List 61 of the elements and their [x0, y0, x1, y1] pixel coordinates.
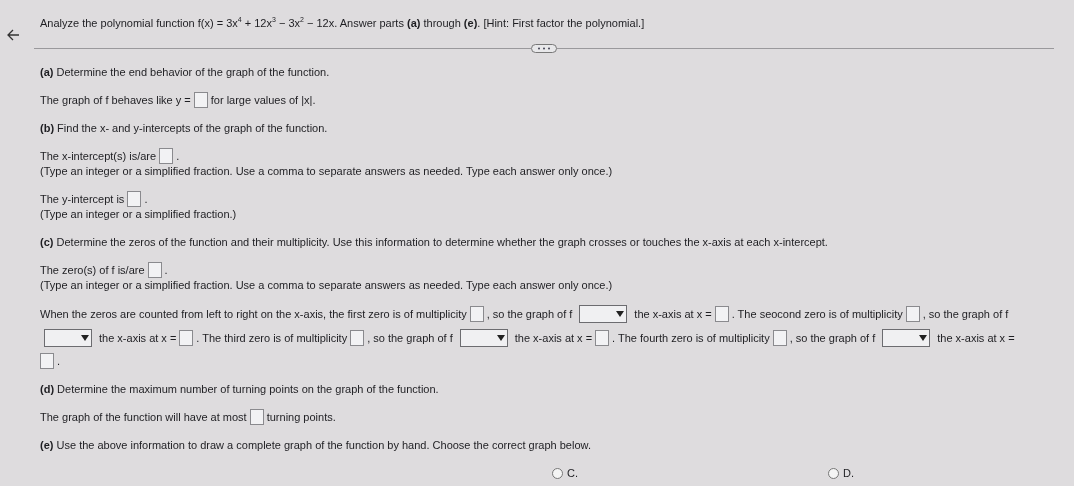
dropdown[interactable] [459, 329, 508, 347]
question-text: When the zeros are counted from left to right on the x-axis, the first zero is of multiplicity [40, 306, 467, 322]
hint-text: (Type an integer or a simplified fraction. Use a comma to separate answers as needed. Type each answer only once.) [40, 278, 613, 293]
dropdown[interactable] [579, 305, 628, 323]
question-heading: (a) Determine the end behavior of the graph of the function. [40, 65, 330, 80]
question-text: . [164, 262, 168, 278]
answer-box[interactable] [249, 409, 264, 425]
option-label: D. [843, 467, 854, 479]
question-text: x = [999, 330, 1015, 346]
answer-box[interactable] [772, 330, 787, 346]
answer-box[interactable] [714, 306, 729, 322]
dropdown-arrow-icon [81, 334, 89, 342]
back-arrow-icon[interactable] [6, 28, 20, 42]
question-text: The y-intercept is [40, 191, 125, 207]
question-text: . [144, 191, 148, 207]
dropdown-arrow-icon [496, 334, 505, 342]
question-heading: (b) Find the x- and y-intercepts of the graph of the function. [40, 121, 328, 136]
answer-box[interactable] [179, 330, 194, 346]
dropdown-arrow-icon [919, 334, 928, 342]
answer-box[interactable] [595, 330, 610, 346]
question-text: the x-axis at x = [99, 330, 177, 346]
answer-box[interactable] [40, 353, 54, 369]
question-heading: (c) Determine the zeros of the function and their multiplicity. Use this information to determine whether the graph crosses or touches the x-axis at each x-intercept. [40, 235, 828, 250]
question-text: . The seocond zero is of multiplicity [731, 306, 903, 322]
radio-button[interactable] [828, 467, 839, 479]
answer-box[interactable] [159, 148, 174, 164]
question-text: The zero(s) of f is/are [40, 262, 145, 278]
answer-box[interactable] [147, 262, 162, 278]
radio-button[interactable] [552, 467, 563, 479]
more-button[interactable] [531, 44, 557, 53]
answer-box[interactable] [469, 306, 484, 322]
answer-box[interactable] [127, 191, 142, 207]
question-text: . The fourth zero is of multiplicity [612, 330, 770, 346]
hint-text: (Type an integer or a simplified fraction. Use a comma to separate answers as needed. Type each answer only once.) [40, 164, 613, 179]
instructions-text: Analyze the polynomial function f(x) = 3x$^{4}$ + 12x$^{3}$ − 3x$^{2}$ − 12x. Answer parts (a) through (e). [Hint: First factor the polynomial.] [40, 16, 645, 29]
question-text: turning points. [266, 409, 336, 425]
question-text: . The third zero is of multiplicity [196, 330, 348, 346]
dropdown-arrow-icon [616, 310, 625, 318]
question-text: The x-intercept(s) is/are [40, 148, 157, 164]
question-heading: (e) Use the above information to draw a complete graph of the function by hand. Choose the correct graph below. [40, 438, 591, 453]
option-label: C. [567, 467, 578, 479]
question-text: . [176, 148, 180, 164]
question-text: The graph of f behaves like y = [40, 92, 191, 108]
dropdown[interactable] [882, 329, 931, 347]
hint-text: (Type an integer or a simplified fraction.) [40, 207, 237, 222]
question-heading: (d) Determine the maximum number of turning points on the graph of the function. [40, 382, 439, 397]
question-text: the x-axis at x = [634, 306, 712, 322]
answer-box[interactable] [193, 92, 208, 108]
question-text: , so the graph of f [367, 330, 453, 346]
question-text: for large values of |x|. [210, 92, 316, 108]
question-text: The graph of the function will have at most [40, 409, 247, 425]
answer-box[interactable] [350, 330, 365, 346]
ellipsis-icon [537, 47, 551, 50]
dropdown[interactable] [44, 329, 92, 347]
question-text: the x-axis at [937, 330, 997, 346]
question-text: . [57, 353, 61, 369]
question-text: , so the graph of f [789, 330, 876, 346]
question-text: , so the graph of f [486, 306, 573, 322]
answer-box[interactable] [905, 306, 920, 322]
question-text: , so the graph of f [922, 306, 1009, 322]
question-text: the x-axis at x = [514, 330, 593, 346]
